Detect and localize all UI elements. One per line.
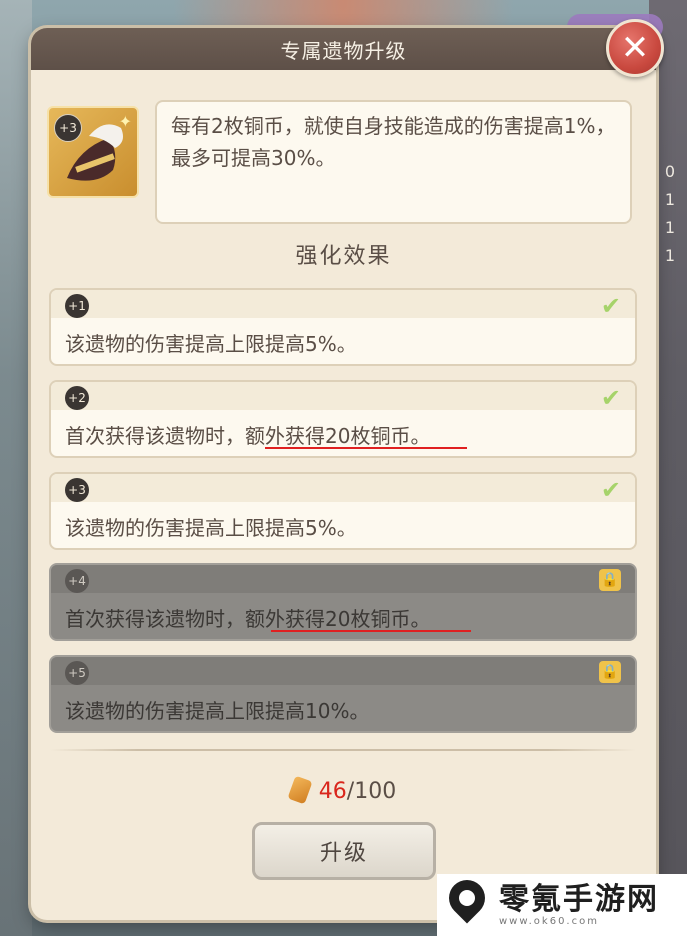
highlight-underline [265,447,467,449]
relic-level-badge: +3 [54,114,82,142]
upgrade-button-label: 升级 [319,841,368,866]
lock-icon: 🔒 [599,569,621,591]
upgrade-button[interactable]: 升级 [252,822,436,880]
effect-level-badge: +2 [65,386,89,410]
effect-text: 该遗物的伤害提高上限提高5%。 [65,332,357,356]
cost-current: 46 [318,779,347,804]
effect-card-locked: +5 🔒 该遗物的伤害提高上限提高10%。 [49,655,637,733]
effect-card: +3 ✔ 该遗物的伤害提高上限提高5%。 [49,472,637,550]
background-side-number: 1 [664,218,675,237]
effect-text-highlight: 额外获得20枚铜币。 [245,424,431,448]
dialog-header: 专属遗物升级 [31,28,656,70]
watermark: 零氪手游网 www.ok60.com [437,872,687,936]
effect-text-highlight: 额外获得20枚铜币。 [245,607,431,631]
star-icon: ✦ [118,112,132,131]
check-icon: ✔ [600,292,621,320]
effect-text: 该遗物的伤害提高上限提高10%。 [65,699,370,723]
close-button[interactable]: ✕ [606,19,664,77]
effect-text: 该遗物的伤害提高上限提高5%。 [65,516,357,540]
check-icon: ✔ [600,476,621,504]
relic-description-box: 每有2枚铜币，就使自身技能造成的伤害提高1%，最多可提高30%。 [155,100,632,224]
relic-description: 每有2枚铜币，就使自身技能造成的伤害提高1%，最多可提高30%。 [171,114,616,170]
effect-level-badge: +1 [65,294,89,318]
section-title: 强化效果 [295,244,392,269]
lock-icon: 🔒 [599,661,621,683]
dialog-title: 专属遗物升级 [280,38,407,63]
divider [50,749,636,751]
upgrade-cost: 46/100 [0,775,687,805]
effect-level-badge: +5 [65,661,89,685]
effect-text: 首次获得该遗物时，额外获得20枚铜币。 [65,603,430,632]
background-side-number: 0 [664,162,675,181]
effect-text-plain: 首次获得该遗物时， [65,607,245,631]
watermark-name: 零氪手游网 [499,881,659,917]
effect-level-badge: +4 [65,569,89,593]
effect-card: +1 ✔ 该遗物的伤害提高上限提高5%。 [49,288,637,366]
copper-coin-icon [287,775,313,805]
highlight-underline [271,630,471,632]
cost-required: /100 [346,779,397,804]
effect-text: 首次获得该遗物时，额外获得20枚铜币。 [65,420,430,449]
effect-level-badge: +3 [65,478,89,502]
background-side-number: 1 [664,190,675,209]
location-pin-icon [441,872,493,930]
relic-icon[interactable]: +3 ✦ [47,106,139,198]
close-icon: ✕ [620,28,650,68]
effect-text-plain: 首次获得该遗物时， [65,424,245,448]
watermark-url: www.ok60.com [499,915,599,927]
check-icon: ✔ [600,384,621,412]
